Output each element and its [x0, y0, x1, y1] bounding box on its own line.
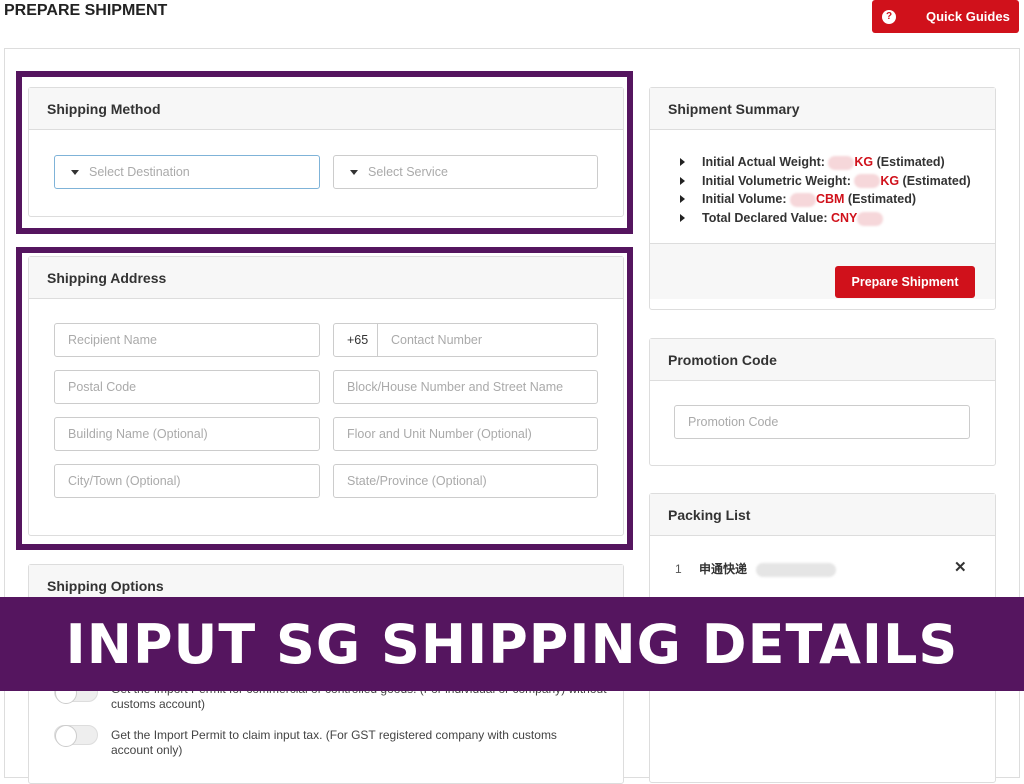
summary-item: Initial Actual Weight: KG (Estimated): [680, 155, 995, 170]
item-index: 1: [675, 562, 682, 576]
page-title: PREPARE SHIPMENT: [4, 2, 168, 19]
packing-list-title: Packing List: [650, 494, 995, 536]
summary-title: Shipment Summary: [650, 88, 995, 130]
option-label: Get the Import Permit to claim input tax…: [111, 728, 557, 757]
quick-guides-button[interactable]: ? Quick Guides: [872, 0, 1019, 33]
promotion-code-input[interactable]: Promotion Code: [674, 405, 970, 439]
highlight-box: [16, 71, 633, 234]
overlay-banner: INPUT SG SHIPPING DETAILS: [0, 597, 1024, 691]
promotion-panel: Promotion Code: [649, 338, 996, 466]
summary-item: Initial Volume: CBM (Estimated): [680, 192, 995, 208]
item-name: 申通快递: [699, 562, 748, 576]
prepare-shipment-button[interactable]: Prepare Shipment: [835, 266, 975, 298]
import-permit-gst-toggle[interactable]: [54, 725, 98, 747]
summary-item: Total Declared Value: CNY: [680, 211, 995, 226]
highlight-box: [16, 247, 633, 550]
promotion-title: Promotion Code: [650, 339, 995, 381]
summary-item: Initial Volumetric Weight: KG (Estimated…: [680, 174, 995, 189]
packing-list-item: 1 申通快递 ✕: [650, 536, 995, 577]
quick-guides-label: Quick Guides: [926, 9, 1010, 24]
remove-item-icon[interactable]: ✕: [954, 558, 967, 576]
help-icon: ?: [882, 9, 896, 24]
